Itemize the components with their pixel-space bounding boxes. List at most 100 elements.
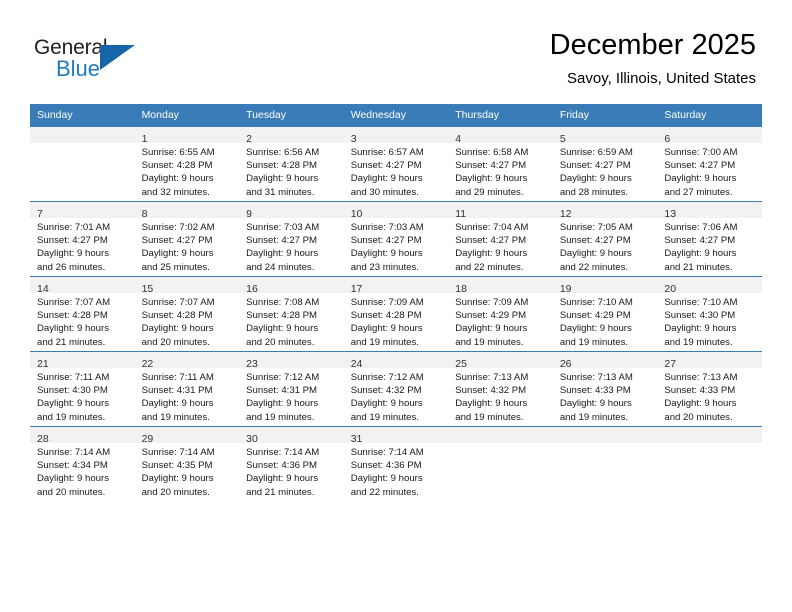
calendar-day-cell[interactable]: 22 Sunrise: 7:11 AM Sunset: 4:31 PM Dayligh… — [134, 351, 240, 427]
day-number: 21 — [37, 358, 49, 370]
daylight-text-line1: Daylight: 9 hours — [559, 323, 632, 335]
day-number: 31 — [350, 433, 363, 445]
daylight-text-line1: Daylight: 9 hours — [141, 323, 214, 335]
sunrise-text: Sunrise: 7:11 AM — [141, 372, 214, 383]
day-number-band: 28 — [30, 427, 135, 445]
day-number: 23 — [246, 358, 258, 370]
daylight-text-line2: and 21 minutes. — [37, 336, 106, 348]
day-number-band: 19 — [552, 277, 658, 295]
day-details: Sunrise: 7:12 AM Sunset: 4:32 PM Daylight:… — [344, 368, 449, 424]
sunrise-text: Sunrise: 7:13 AM — [455, 372, 529, 383]
sunset-text: Sunset: 4:27 PM — [664, 160, 736, 172]
day-number-band: 21 — [30, 352, 135, 370]
calendar-day-cell[interactable]: 16 Sunrise: 7:08 AM Sunset: 4:28 PM Dayligh… — [239, 276, 344, 352]
day-number-band: 24 — [343, 352, 449, 370]
daylight-text-line2: and 24 minutes. — [246, 261, 315, 273]
daylight-text-line2: and 27 minutes. — [664, 186, 733, 198]
calendar-week-row: 7 Sunrise: 7:01 AM Sunset: 4:27 PM Daylight… — [30, 201, 762, 277]
calendar-day-cell[interactable]: 6 Sunrise: 7:00 AM Sunset: 4:27 PM Daylight… — [657, 126, 762, 202]
calendar-day-cell[interactable]: 4 Sunrise: 6:58 AM Sunset: 4:27 PM Daylight… — [448, 126, 553, 202]
day-number-band: 27 — [657, 352, 762, 370]
title-block: December 2025 Savoy, Illinois, United St… — [550, 28, 756, 88]
day-details: Sunrise: 7:11 AM Sunset: 4:30 PM Daylight:… — [30, 368, 135, 424]
calendar-day-cell[interactable]: 20 Sunrise: 7:10 AM Sunset: 4:30 PM Dayligh… — [657, 276, 762, 352]
daylight-text-line2: and 22 minutes. — [559, 261, 629, 273]
day-number: 25 — [455, 358, 467, 370]
calendar-day-cell[interactable]: 9 Sunrise: 7:03 AM Sunset: 4:27 PM Daylight… — [239, 201, 344, 277]
sunrise-text: Sunrise: 7:02 AM — [141, 222, 215, 233]
calendar-day-cell[interactable]: 27 Sunrise: 7:13 AM Sunset: 4:33 PM Dayligh… — [657, 351, 762, 427]
calendar-day-cell[interactable]: 24 Sunrise: 7:12 AM Sunset: 4:32 PM Dayligh… — [343, 351, 449, 427]
sunrise-text: Sunrise: 7:01 AM — [37, 222, 111, 233]
sunset-text: Sunset: 4:30 PM — [664, 310, 736, 322]
day-number-band: 15 — [134, 277, 240, 295]
calendar-day-cell[interactable]: 14 Sunrise: 7:07 AM Sunset: 4:28 PM Dayligh… — [30, 276, 135, 352]
day-number-band: 26 — [552, 352, 658, 370]
calendar-day-cell[interactable]: 19 Sunrise: 7:10 AM Sunset: 4:29 PM Dayligh… — [552, 276, 658, 352]
day-details: Sunrise: 7:01 AM Sunset: 4:27 PM Daylight:… — [30, 218, 135, 274]
weekday-header-wednesday: Wednesday — [343, 104, 449, 127]
sunset-text: Sunset: 4:29 PM — [455, 310, 527, 322]
calendar-day-cell[interactable]: 25 Sunrise: 7:13 AM Sunset: 4:32 PM Dayligh… — [448, 351, 553, 427]
daylight-text-line1: Daylight: 9 hours — [455, 398, 528, 410]
day-number-band: 8 — [134, 202, 240, 220]
calendar-day-cell[interactable]: 3 Sunrise: 6:57 AM Sunset: 4:27 PM Daylight… — [343, 126, 449, 202]
page-header: General Blue December 2025 Savoy, Illino… — [0, 0, 792, 104]
calendar-day-cell[interactable]: 26 Sunrise: 7:13 AM Sunset: 4:33 PM Dayligh… — [552, 351, 658, 427]
general-blue-logo: General Blue — [34, 36, 144, 82]
daylight-text-line1: Daylight: 9 hours — [664, 173, 737, 185]
day-details: Sunrise: 6:58 AM Sunset: 4:27 PM Daylight:… — [448, 143, 553, 199]
sunrise-text: Sunrise: 7:09 AM — [350, 297, 424, 308]
daylight-text-line1: Daylight: 9 hours — [559, 398, 632, 410]
calendar-day-cell[interactable]: 18 Sunrise: 7:09 AM Sunset: 4:29 PM Dayligh… — [448, 276, 553, 352]
calendar-day-cell[interactable]: 30 Sunrise: 7:14 AM Sunset: 4:36 PM Dayligh… — [239, 426, 344, 501]
day-number: 16 — [246, 283, 258, 295]
calendar-day-cell[interactable]: 12 Sunrise: 7:05 AM Sunset: 4:27 PM Dayligh… — [552, 201, 658, 277]
sunrise-text: Sunrise: 7:07 AM — [37, 297, 111, 308]
day-details: Sunrise: 7:10 AM Sunset: 4:29 PM Daylight:… — [553, 293, 658, 349]
daylight-text-line2: and 19 minutes. — [559, 336, 629, 348]
calendar-day-cell[interactable]: 2 Sunrise: 6:56 AM Sunset: 4:28 PM Daylight… — [239, 126, 344, 202]
sunrise-text: Sunrise: 6:59 AM — [559, 147, 633, 158]
calendar-day-cell[interactable]: 8 Sunrise: 7:02 AM Sunset: 4:27 PM Daylight… — [134, 201, 240, 277]
calendar-day-cell[interactable]: 29 Sunrise: 7:14 AM Sunset: 4:35 PM Dayligh… — [134, 426, 240, 501]
day-number-band: 16 — [239, 277, 344, 295]
calendar-day-cell[interactable]: 28 Sunrise: 7:14 AM Sunset: 4:34 PM Dayligh… — [30, 426, 135, 501]
daylight-text-line1: Daylight: 9 hours — [455, 248, 528, 260]
calendar-day-cell[interactable]: 21 Sunrise: 7:11 AM Sunset: 4:30 PM Dayligh… — [30, 351, 135, 427]
day-details: Sunrise: 6:56 AM Sunset: 4:28 PM Daylight:… — [239, 143, 344, 199]
day-number-band: 17 — [343, 277, 449, 295]
sunrise-text: Sunrise: 7:09 AM — [455, 297, 529, 308]
daylight-text-line2: and 22 minutes. — [350, 486, 419, 498]
daylight-text-line1: Daylight: 9 hours — [455, 173, 528, 185]
calendar-day-cell[interactable]: 7 Sunrise: 7:01 AM Sunset: 4:27 PM Daylight… — [30, 201, 135, 277]
calendar-day-cell[interactable]: 23 Sunrise: 7:12 AM Sunset: 4:31 PM Dayligh… — [239, 351, 344, 427]
sunrise-text: Sunrise: 7:11 AM — [37, 372, 110, 383]
calendar-day-cell[interactable]: 5 Sunrise: 6:59 AM Sunset: 4:27 PM Daylight… — [552, 126, 658, 202]
day-number: 17 — [350, 283, 363, 295]
day-number-band: 30 — [239, 427, 344, 445]
daylight-text-line1: Daylight: 9 hours — [559, 248, 632, 260]
triangle-icon — [100, 45, 135, 70]
calendar-day-cell[interactable]: 17 Sunrise: 7:09 AM Sunset: 4:28 PM Dayligh… — [343, 276, 449, 352]
calendar-day-cell-empty — [30, 126, 135, 202]
daylight-text-line1: Daylight: 9 hours — [37, 473, 109, 485]
daylight-text-line2: and 19 minutes. — [141, 411, 210, 423]
sunset-text: Sunset: 4:36 PM — [350, 460, 422, 472]
daylight-text-line2: and 20 minutes. — [37, 486, 106, 498]
daylight-text-line1: Daylight: 9 hours — [559, 173, 632, 185]
sunrise-text: Sunrise: 7:10 AM — [664, 297, 738, 308]
calendar-day-cell[interactable]: 31 Sunrise: 7:14 AM Sunset: 4:36 PM Dayligh… — [343, 426, 449, 501]
day-number-band: 5 — [552, 127, 658, 145]
daylight-text-line1: Daylight: 9 hours — [246, 248, 319, 260]
calendar-day-cell[interactable]: 15 Sunrise: 7:07 AM Sunset: 4:28 PM Dayligh… — [134, 276, 240, 352]
day-number: 2 — [246, 133, 252, 145]
day-details: Sunrise: 7:13 AM Sunset: 4:33 PM Daylight:… — [657, 368, 762, 424]
calendar-day-cell[interactable]: 1 Sunrise: 6:55 AM Sunset: 4:28 PM Daylight… — [134, 126, 240, 202]
calendar-day-cell[interactable]: 10 Sunrise: 7:03 AM Sunset: 4:27 PM Dayligh… — [343, 201, 449, 277]
calendar-day-cell[interactable]: 13 Sunrise: 7:06 AM Sunset: 4:27 PM Dayligh… — [657, 201, 762, 277]
day-number: 27 — [664, 358, 677, 370]
day-number-band: 23 — [239, 352, 344, 370]
day-number-band: 1 — [134, 127, 240, 145]
calendar-day-cell[interactable]: 11 Sunrise: 7:04 AM Sunset: 4:27 PM Dayligh… — [448, 201, 553, 277]
